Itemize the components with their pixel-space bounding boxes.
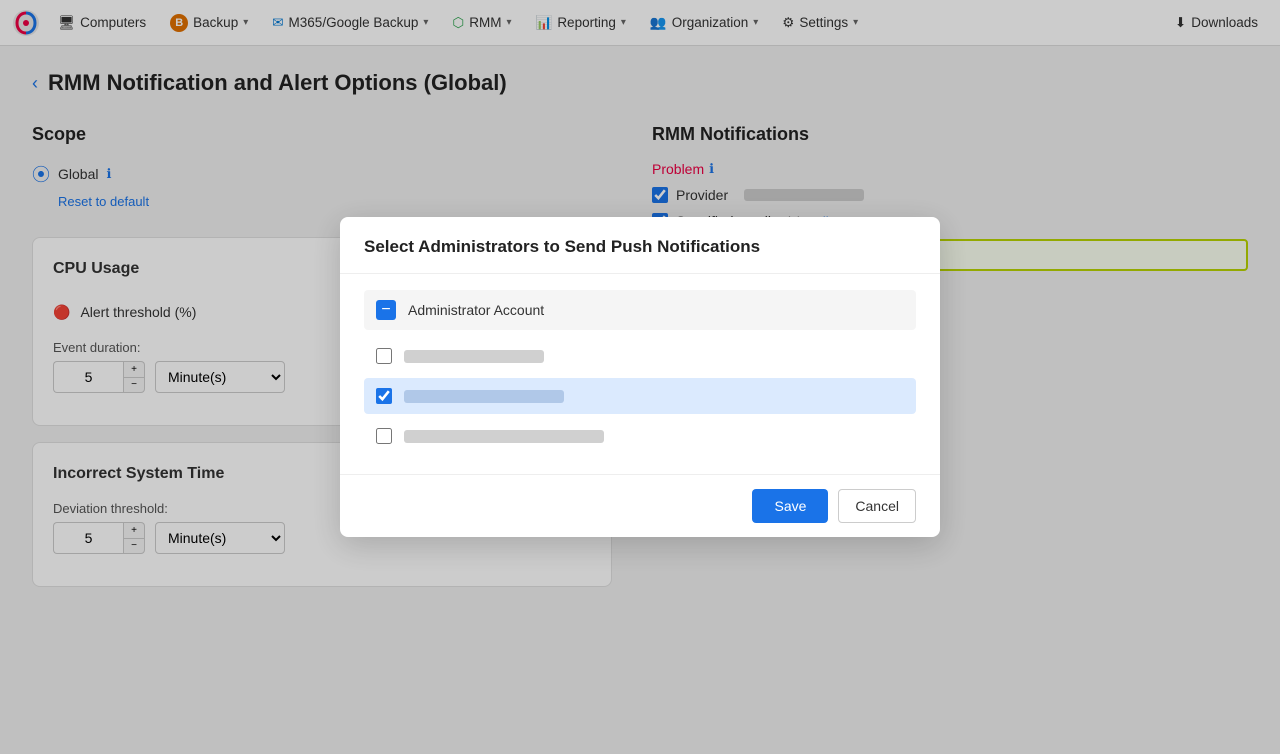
modal-body: − Administrator Account (340, 274, 940, 474)
admin-row-3-blurred (404, 430, 604, 443)
save-button[interactable]: Save (752, 489, 828, 523)
admin-row-1-checkbox[interactable] (376, 348, 392, 364)
admin-row-2-checkbox[interactable] (376, 388, 392, 404)
admin-account-label: Administrator Account (408, 302, 544, 318)
modal-header: Select Administrators to Send Push Notif… (340, 217, 940, 274)
cancel-button[interactable]: Cancel (838, 489, 916, 523)
admin-row-3 (364, 418, 916, 454)
admin-row-1-blurred (404, 350, 544, 363)
modal-overlay[interactable]: Select Administrators to Send Push Notif… (0, 0, 1280, 754)
admin-row-2 (364, 378, 916, 414)
admin-account-header-row: − Administrator Account (364, 290, 916, 330)
admin-collapse-button[interactable]: − (376, 300, 396, 320)
modal-title: Select Administrators to Send Push Notif… (364, 237, 916, 257)
admin-row-1 (364, 338, 916, 374)
modal-footer: Save Cancel (340, 474, 940, 537)
admin-row-2-blurred (404, 390, 564, 403)
push-notifications-modal: Select Administrators to Send Push Notif… (340, 217, 940, 537)
admin-row-3-checkbox[interactable] (376, 428, 392, 444)
